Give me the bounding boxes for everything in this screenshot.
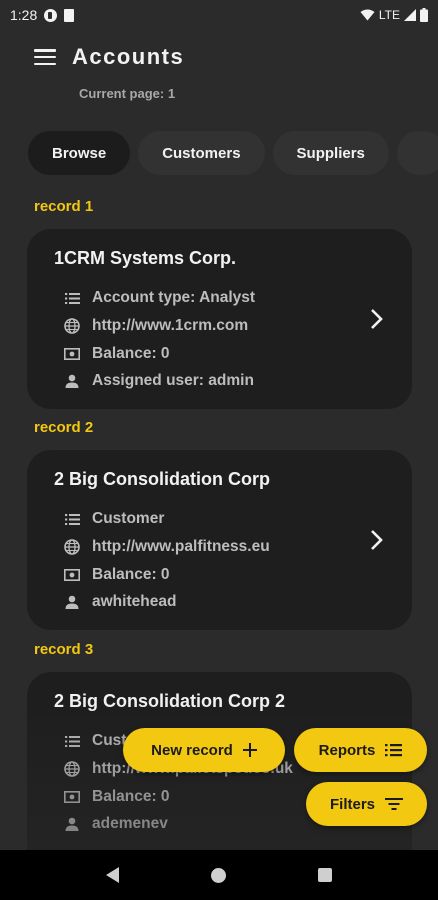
assigned-user-row: ademenev (63, 815, 168, 833)
chevron-right-icon[interactable] (366, 528, 386, 552)
filter-icon (385, 798, 403, 810)
assigned-user-row: awhitehead (63, 593, 176, 611)
record-label: record 1 (34, 198, 94, 215)
new-record-button[interactable]: New record (123, 728, 285, 772)
money-icon (63, 788, 81, 806)
wifi-icon (360, 9, 375, 21)
record-card[interactable]: 1CRM Systems Corp. Account type: Analyst… (27, 229, 412, 409)
list-icon (385, 744, 403, 757)
assigned-user-row: Assigned user: admin (63, 372, 254, 390)
account-name: 2 Big Consolidation Corp 2 (54, 691, 286, 711)
balance-row: Balance: 0 (63, 345, 170, 363)
money-icon (63, 566, 81, 584)
home-icon[interactable] (211, 867, 226, 883)
filters-button[interactable]: Filters (306, 782, 427, 826)
person-icon (63, 372, 81, 390)
plus-icon (242, 743, 257, 757)
balance-row: Balance: 0 (63, 788, 170, 806)
globe-icon (63, 538, 81, 556)
recent-apps-icon[interactable] (318, 868, 332, 882)
new-record-label: New record (151, 741, 233, 759)
tab-suppliers[interactable]: Suppliers (272, 131, 389, 175)
list-icon (63, 732, 81, 750)
account-type: Customer (92, 510, 165, 527)
back-icon[interactable] (106, 867, 119, 883)
filters-label: Filters (329, 795, 375, 813)
signal-icon (404, 9, 416, 21)
page-title: Accounts (72, 44, 185, 69)
notification-icon (44, 8, 58, 22)
account-type-row: Account type: Analyst (63, 289, 255, 307)
globe-icon (63, 760, 81, 778)
website-row: http://www.1crm.com (63, 317, 248, 335)
current-page-indicator: Current page: 1 (79, 86, 176, 101)
battery-icon (420, 8, 428, 22)
tab-customers[interactable]: Customers (138, 131, 265, 175)
tab-more[interactable] (396, 131, 438, 175)
reports-button[interactable]: Reports (294, 728, 427, 772)
record-label: record 2 (34, 419, 94, 436)
assigned-user: ademenev (92, 815, 168, 832)
system-navigation-bar (0, 850, 438, 900)
sd-card-icon (64, 8, 75, 22)
status-time: 1:28 (10, 7, 38, 23)
status-bar: 1:28 LTE (0, 0, 438, 30)
tab-browse[interactable]: Browse (28, 131, 131, 175)
balance-row: Balance: 0 (63, 566, 170, 584)
balance: Balance: 0 (92, 345, 170, 362)
balance: Balance: 0 (92, 788, 170, 805)
chevron-right-icon[interactable] (366, 307, 386, 331)
menu-icon[interactable] (34, 49, 56, 65)
assigned-user: Assigned user: admin (92, 372, 254, 389)
app-bar: Accounts (34, 44, 184, 70)
record-label: record 3 (34, 641, 94, 658)
network-type: LTE (378, 8, 400, 22)
website-row: http://www.palfitness.eu (63, 538, 270, 556)
list-icon (63, 289, 81, 307)
person-icon (63, 815, 81, 833)
record-card[interactable]: 2 Big Consolidation Corp Customer http:/… (27, 450, 412, 630)
list-icon (63, 510, 81, 528)
money-icon (63, 345, 81, 363)
reports-label: Reports (318, 741, 376, 759)
balance: Balance: 0 (92, 566, 170, 583)
person-icon (63, 593, 81, 611)
tab-bar: Browse Customers Suppliers (28, 131, 438, 175)
globe-icon (63, 317, 81, 335)
account-type-row: Customer (63, 510, 164, 528)
website: http://www.1crm.com (92, 317, 249, 334)
account-type: Account type: Analyst (92, 289, 256, 306)
account-name: 1CRM Systems Corp. (54, 248, 237, 268)
website: http://www.palfitness.eu (92, 538, 270, 555)
assigned-user: awhitehead (92, 593, 177, 610)
account-name: 2 Big Consolidation Corp (54, 469, 270, 489)
